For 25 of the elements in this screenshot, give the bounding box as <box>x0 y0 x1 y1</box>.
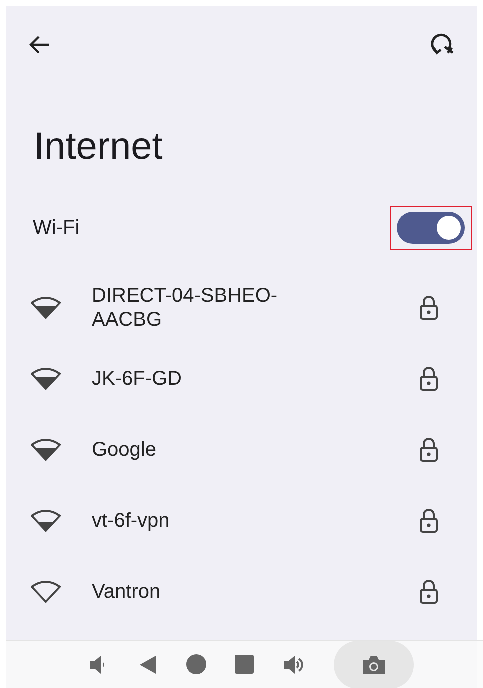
network-row[interactable]: Vantron <box>6 556 477 627</box>
network-row[interactable]: vt-6f-vpn <box>6 485 477 556</box>
home-circle-icon[interactable] <box>186 654 206 675</box>
camera-icon <box>362 654 386 674</box>
lock-icon <box>419 366 439 390</box>
network-name: Google <box>92 438 158 462</box>
network-name: vt-6f-vpn <box>92 508 171 532</box>
network-row[interactable]: JK-6F-GD <box>6 343 477 414</box>
network-name: DIRECT-04-SBHEO-AACBG <box>92 284 279 332</box>
lock-icon <box>419 438 439 462</box>
network-row[interactable]: Google <box>6 414 477 485</box>
back-triangle-icon[interactable] <box>138 654 158 674</box>
network-name: Vantron <box>92 580 162 604</box>
screenshot-button[interactable] <box>334 640 414 688</box>
page-title: Internet <box>34 128 164 166</box>
network-row[interactable]: DIRECT-04-SBHEO-AACBG <box>6 272 477 343</box>
network-name: JK-6F-GD <box>92 366 183 390</box>
recents-square-icon[interactable] <box>234 655 254 674</box>
wifi-toggle[interactable] <box>397 212 465 244</box>
wifi-label: Wi-Fi <box>33 216 80 241</box>
lock-icon <box>419 296 439 320</box>
lock-icon <box>419 580 439 604</box>
back-arrow-icon[interactable] <box>28 35 50 55</box>
lock-icon <box>419 508 439 532</box>
volume-up-icon[interactable] <box>282 654 306 674</box>
